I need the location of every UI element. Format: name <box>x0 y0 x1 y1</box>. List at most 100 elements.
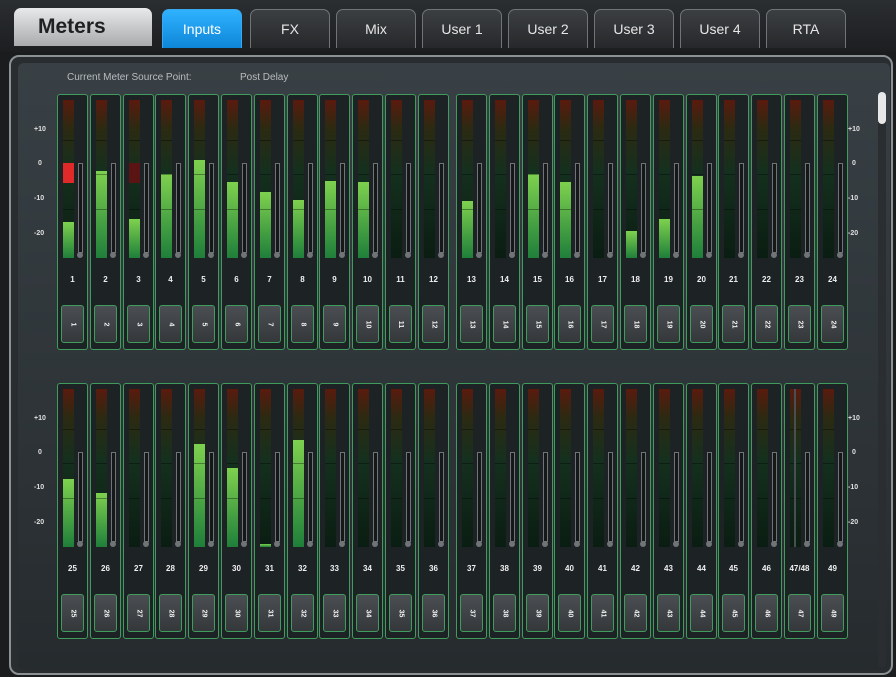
status-led <box>175 541 181 547</box>
channel-number: 17 <box>598 275 607 284</box>
channel-strip: 21 21 <box>718 94 749 350</box>
channel-select-button[interactable]: 16 <box>558 305 581 343</box>
meter-tick <box>260 139 271 141</box>
channel-strip: 39 39 <box>522 383 553 639</box>
channel-button-label: 39 <box>533 609 541 617</box>
channel-number: 39 <box>533 564 542 573</box>
meter-tick <box>63 463 74 465</box>
channel-select-button[interactable]: 24 <box>821 305 844 343</box>
channel-select-button[interactable]: 32 <box>291 594 314 632</box>
channel-select-button[interactable]: 41 <box>591 594 614 632</box>
tab-user-4[interactable]: User 4 <box>680 9 760 48</box>
scrollbar-thumb[interactable] <box>878 92 886 124</box>
meter-tick <box>659 498 670 500</box>
channel-number: 21 <box>729 275 738 284</box>
channel-select-button[interactable]: 38 <box>493 594 516 632</box>
channel-select-button[interactable]: 36 <box>422 594 445 632</box>
channel-number: 34 <box>363 564 372 573</box>
channel-select-button[interactable]: 15 <box>526 305 549 343</box>
channel-button-label: 14 <box>500 320 508 328</box>
channel-strip: 33 33 <box>319 383 350 639</box>
channel-select-button[interactable]: 43 <box>657 594 680 632</box>
channel-select-button[interactable]: 42 <box>624 594 647 632</box>
meter-tick <box>424 428 435 430</box>
channel-number: 2 <box>103 275 108 284</box>
channel-select-button[interactable]: 49 <box>821 594 844 632</box>
channel-select-button[interactable]: 35 <box>389 594 412 632</box>
channel-select-button[interactable]: 30 <box>225 594 248 632</box>
channel-select-button[interactable]: 22 <box>755 305 778 343</box>
channel-number: 43 <box>664 564 673 573</box>
meter-tick <box>194 463 205 465</box>
channel-select-button[interactable]: 44 <box>690 594 713 632</box>
channel-select-button[interactable]: 4 <box>159 305 182 343</box>
channel-select-button[interactable]: 6 <box>225 305 248 343</box>
channel-select-button[interactable]: 18 <box>624 305 647 343</box>
channel-select-button[interactable]: 7 <box>258 305 281 343</box>
meter-tick <box>129 209 140 211</box>
channel-select-button[interactable]: 45 <box>722 594 745 632</box>
channel-select-button[interactable]: 29 <box>192 594 215 632</box>
meter-tick <box>293 498 304 500</box>
channel-select-button[interactable]: 11 <box>389 305 412 343</box>
channel-select-button[interactable]: 33 <box>323 594 346 632</box>
channel-select-button[interactable]: 5 <box>192 305 215 343</box>
channel-select-button[interactable]: 23 <box>788 305 811 343</box>
channel-select-button[interactable]: 37 <box>460 594 483 632</box>
channel-button-label: 25 <box>68 609 76 617</box>
channel-select-button[interactable]: 19 <box>657 305 680 343</box>
tab-user-1[interactable]: User 1 <box>422 9 502 48</box>
channel-select-button[interactable]: 8 <box>291 305 314 343</box>
gain-reduction-meter <box>510 163 515 253</box>
tab-fx[interactable]: FX <box>250 9 330 48</box>
channel-select-button[interactable]: 9 <box>323 305 346 343</box>
channel-strip: 45 45 <box>718 383 749 639</box>
channel-select-button[interactable]: 3 <box>127 305 150 343</box>
meter-tick <box>194 174 205 176</box>
channel-select-button[interactable]: 1 <box>61 305 84 343</box>
channel-select-button[interactable]: 47 <box>788 594 811 632</box>
channel-select-button[interactable]: 17 <box>591 305 614 343</box>
channel-select-button[interactable]: 46 <box>755 594 778 632</box>
channel-select-button[interactable]: 27 <box>127 594 150 632</box>
channel-select-button[interactable]: 10 <box>356 305 379 343</box>
level-meter <box>692 100 703 258</box>
channel-select-button[interactable]: 14 <box>493 305 516 343</box>
tab-user-2[interactable]: User 2 <box>508 9 588 48</box>
tab-user-3[interactable]: User 3 <box>594 9 674 48</box>
channel-select-button[interactable]: 40 <box>558 594 581 632</box>
tab-inputs[interactable]: Inputs <box>162 9 242 48</box>
channel-strip: 77 <box>254 94 285 350</box>
channel-select-button[interactable]: 28 <box>159 594 182 632</box>
channel-select-button[interactable]: 20 <box>690 305 713 343</box>
scrollbar[interactable] <box>878 92 886 668</box>
status-led <box>771 541 777 547</box>
tab-mix[interactable]: Mix <box>336 9 416 48</box>
level-meter-fill <box>260 543 271 547</box>
channel-select-button[interactable]: 12 <box>422 305 445 343</box>
status-led <box>405 541 411 547</box>
channel-button-label: 32 <box>298 609 306 617</box>
meter-tick <box>823 139 834 141</box>
level-meter <box>560 389 571 547</box>
gain-reduction-meter <box>78 452 83 542</box>
channel-select-button[interactable]: 31 <box>258 594 281 632</box>
tab-rta[interactable]: RTA <box>766 9 846 48</box>
meter-tick <box>424 209 435 211</box>
source-point-value[interactable]: Post Delay <box>240 72 288 83</box>
meter-tick <box>227 139 238 141</box>
channel-select-button[interactable]: 34 <box>356 594 379 632</box>
level-meter <box>757 389 768 547</box>
level-meter <box>63 389 74 547</box>
channel-button-label: 15 <box>533 320 541 328</box>
channel-select-button[interactable]: 25 <box>61 594 84 632</box>
channel-select-button[interactable]: 26 <box>94 594 117 632</box>
channel-strip: 55 <box>188 94 219 350</box>
status-led <box>77 252 83 258</box>
channel-select-button[interactable]: 21 <box>722 305 745 343</box>
channel-number: 38 <box>500 564 509 573</box>
channel-select-button[interactable]: 13 <box>460 305 483 343</box>
channel-select-button[interactable]: 2 <box>94 305 117 343</box>
scale-label: 0 <box>852 160 856 167</box>
channel-select-button[interactable]: 39 <box>526 594 549 632</box>
